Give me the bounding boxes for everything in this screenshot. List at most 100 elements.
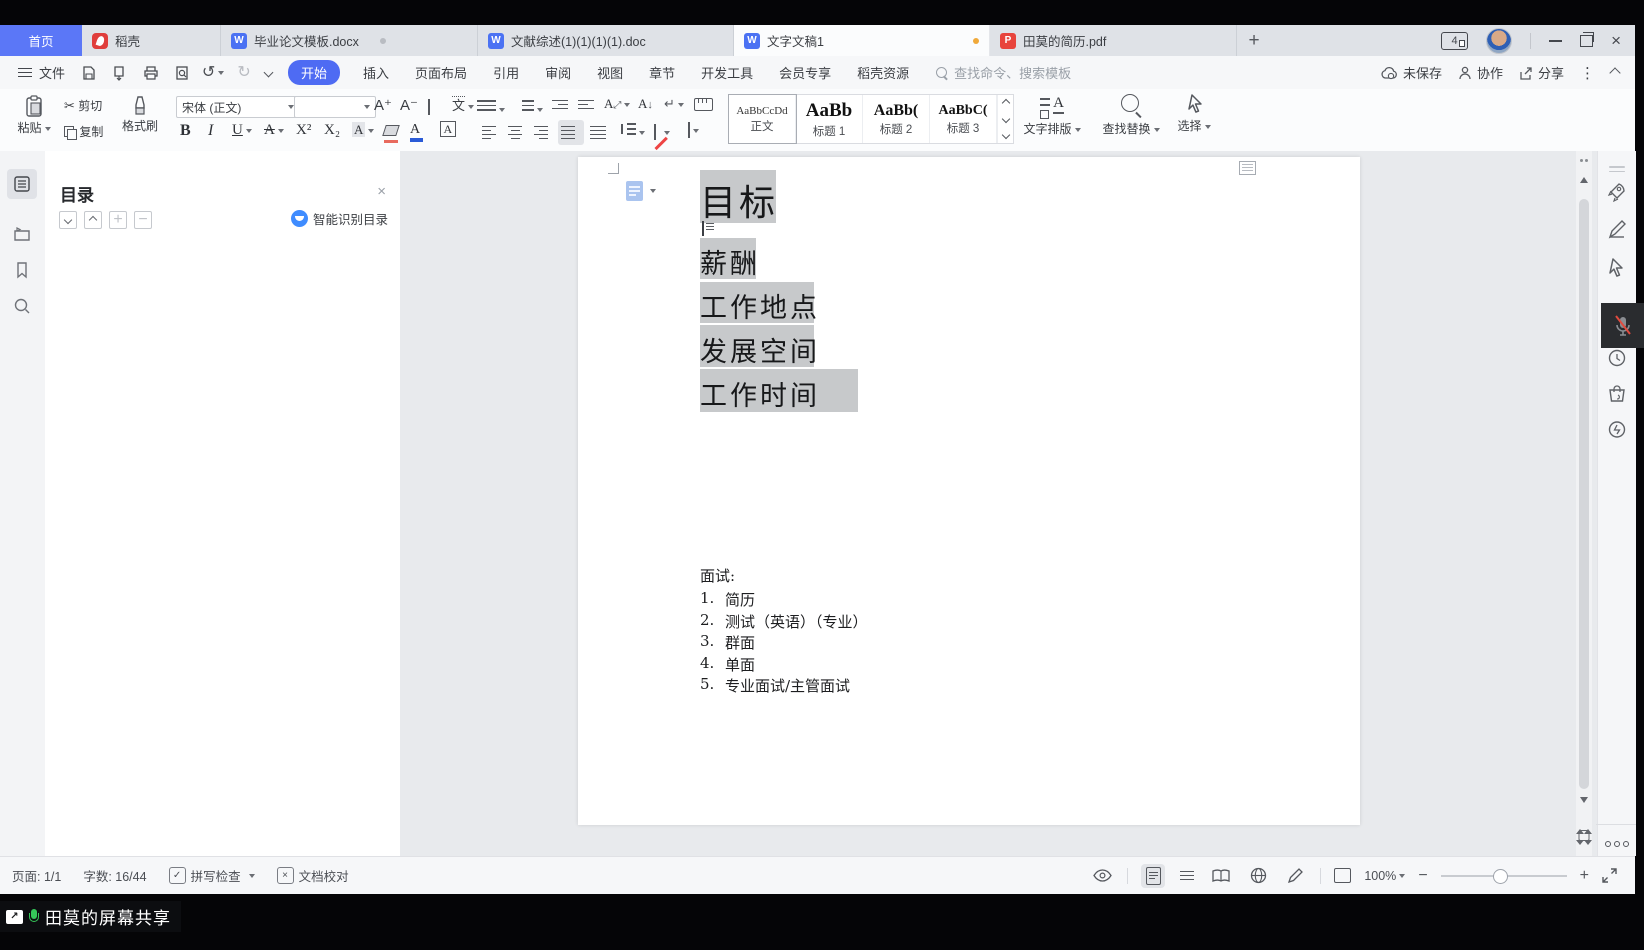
tab-daoke[interactable]: 稻壳 [82, 25, 221, 56]
align-center-button[interactable] [508, 123, 522, 142]
new-tab-button[interactable]: + [1237, 25, 1271, 56]
chapter-pane-button[interactable] [7, 219, 37, 249]
collaborate-button[interactable]: 协作 [1458, 63, 1503, 82]
tab-doc-thesis[interactable]: W 毕业论文模板.docx [221, 25, 478, 56]
styles-scroll-down[interactable] [998, 111, 1013, 127]
document-canvas[interactable]: 目标 薪酬 工作地点 发展空间 [400, 151, 1576, 856]
eye-protect-button[interactable] [1090, 864, 1114, 888]
borders-button[interactable] [688, 123, 699, 137]
zoom-slider-thumb[interactable] [1493, 869, 1508, 884]
style-heading3[interactable]: AaBbC( 标题 3 [930, 95, 997, 143]
zoom-slider[interactable] [1441, 875, 1567, 877]
strikethrough-button[interactable]: A [264, 122, 284, 139]
paste-options-button[interactable] [626, 181, 656, 201]
pinyin-guide-button[interactable]: 文 [452, 95, 474, 114]
toc-close-button[interactable]: × [377, 183, 386, 200]
text-layout-button[interactable]: A 文字排版 [1022, 95, 1082, 137]
subscript-button[interactable]: X₂ [324, 122, 340, 139]
fit-page-button[interactable] [1334, 868, 1351, 883]
style-normal[interactable]: AaBbCcDd 正文 [729, 95, 796, 143]
undo-button[interactable]: ↺ [203, 63, 223, 83]
outline-view-button[interactable] [1178, 864, 1196, 888]
more-menu-button[interactable]: ⋮ [1580, 64, 1595, 82]
style-heading2[interactable]: AaBb( 标题 2 [863, 95, 930, 143]
quick-tools-button[interactable] [1606, 181, 1628, 203]
selected-heading-4[interactable]: 发展空间 [700, 325, 814, 367]
increase-indent-button[interactable] [578, 97, 594, 112]
user-avatar[interactable] [1486, 28, 1512, 54]
ribbon-tab-member[interactable]: 会员专享 [766, 63, 844, 82]
previous-page-button[interactable] [1576, 812, 1592, 830]
command-search[interactable]: 查找命令、搜索模板 [936, 63, 1071, 82]
ribbon-tab-view[interactable]: 视图 [584, 63, 636, 82]
doc-proof-button[interactable]: × 文档校对 [277, 866, 349, 885]
save-button[interactable] [79, 63, 99, 83]
paragraph-shading-button[interactable] [654, 125, 670, 139]
sidebar-more-button[interactable] [1605, 841, 1629, 847]
selected-heading-2[interactable]: 薪酬 [700, 238, 756, 279]
share-button[interactable]: 分享 [1519, 63, 1564, 82]
file-menu[interactable]: 文件 [39, 63, 65, 82]
word-count[interactable]: 字数: 16/44 [83, 866, 146, 885]
timer-button[interactable] [1607, 347, 1628, 368]
toc-minus-button[interactable]: − [134, 211, 152, 229]
show-marks-button[interactable]: ↵ [664, 96, 684, 112]
save-status[interactable]: 未保存 [1380, 63, 1442, 82]
number-list-button[interactable] [516, 97, 543, 117]
align-right-button[interactable] [534, 123, 548, 142]
select-button[interactable]: 选择 [1172, 93, 1216, 134]
styles-more-button[interactable] [998, 127, 1013, 143]
vertical-scrollbar[interactable] [1576, 151, 1592, 856]
cut-button[interactable]: ✂ 剪切 [64, 97, 102, 114]
daoke-shop-button[interactable] [1606, 383, 1628, 405]
page-view-button[interactable] [1141, 864, 1165, 888]
font-size-select[interactable] [294, 96, 376, 118]
scrollbar-thumb[interactable] [1579, 199, 1589, 789]
web-view-button[interactable] [1246, 864, 1270, 888]
char-border-button[interactable]: A [440, 122, 456, 137]
grow-font-button[interactable]: A⁺ [374, 96, 392, 114]
restore-button[interactable] [1580, 35, 1593, 47]
line-spacing-button[interactable] [620, 122, 645, 139]
zoom-level[interactable]: 100% [1364, 869, 1405, 883]
highlight-button[interactable] [384, 125, 398, 143]
zoom-in-button[interactable]: + [1580, 867, 1589, 885]
smart-toc-button[interactable]: 智能识别目录 [291, 209, 388, 228]
styles-scroll-up[interactable] [998, 95, 1013, 111]
search-pane-button[interactable] [7, 291, 37, 321]
copy-button[interactable]: 复制 [64, 123, 103, 140]
print-preview-button[interactable] [172, 63, 192, 83]
toc-expand-all-button[interactable] [59, 211, 77, 229]
selected-heading-3[interactable]: 工作地点 [700, 282, 814, 323]
shrink-font-button[interactable]: A⁻ [400, 96, 418, 114]
decrease-indent-button[interactable] [552, 97, 568, 112]
toc-plus-button[interactable]: + [109, 211, 127, 229]
font-color-button[interactable]: A [410, 122, 423, 142]
clear-format-button[interactable] [428, 100, 430, 114]
ribbon-tab-review[interactable]: 审阅 [532, 63, 584, 82]
bullet-list-button[interactable] [482, 97, 505, 117]
read-view-button[interactable] [1209, 864, 1233, 888]
zoom-out-button[interactable]: − [1418, 867, 1427, 885]
pointer-button[interactable] [1607, 257, 1627, 279]
ribbon-tab-insert[interactable]: 插入 [350, 63, 402, 82]
underline-button[interactable]: U [232, 122, 252, 139]
scroll-down-button[interactable] [1580, 797, 1588, 803]
ribbon-tab-daoke-res[interactable]: 稻壳资源 [844, 63, 922, 82]
document-page[interactable]: 目标 薪酬 工作地点 发展空间 [578, 157, 1360, 825]
tab-doc-current[interactable]: W 文字文稿1 [734, 25, 990, 56]
paste-button[interactable]: 粘贴 [12, 95, 56, 136]
meeting-mic-overlay[interactable] [1601, 303, 1644, 348]
justify-button[interactable] [558, 120, 584, 145]
ink-view-button[interactable] [1283, 864, 1307, 888]
style-heading1[interactable]: AaBb 标题 1 [796, 95, 863, 143]
window-manager-button[interactable]: 4 [1441, 32, 1468, 50]
ribbon-tab-start[interactable]: 开始 [288, 60, 340, 85]
redo-button[interactable]: ↻ [234, 63, 254, 83]
align-left-button[interactable] [482, 123, 496, 142]
fullscreen-button[interactable] [1602, 868, 1617, 883]
char-scale-button[interactable]: A⤢ [604, 96, 630, 112]
print-button[interactable] [141, 63, 161, 83]
tab-pdf-resume[interactable]: P 田莫的简历.pdf [990, 25, 1237, 56]
char-shading-button[interactable]: A [352, 122, 374, 138]
